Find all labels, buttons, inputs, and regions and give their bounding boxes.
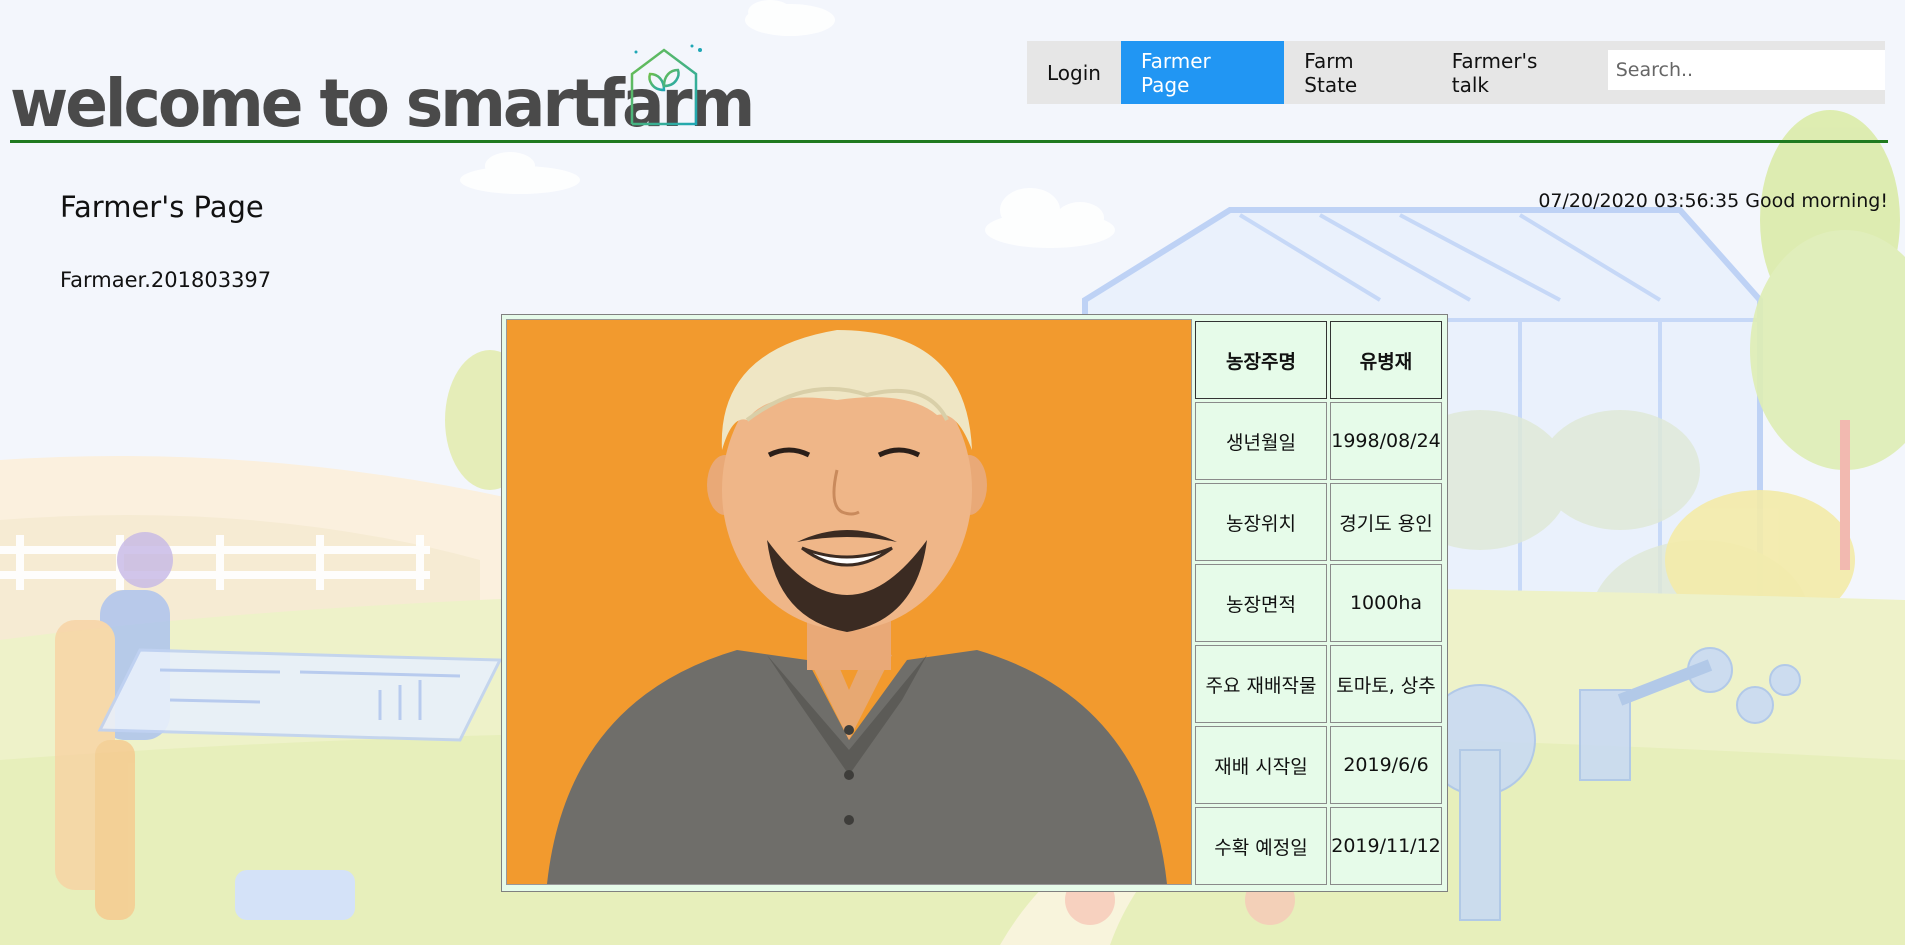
label-cell: 생년월일 [1195,402,1327,480]
nav-login[interactable]: Login [1027,41,1121,104]
value-cell: 경기도 용인 [1330,483,1442,561]
label-cell: 농장위치 [1195,483,1327,561]
table-row: 수확 예정일 2019/11/12 [1195,807,1442,885]
table-row: 주요 재배작물 토마토, 상추 [1195,645,1442,723]
nav-farmers-talk[interactable]: Farmer's talk [1432,41,1600,104]
value-cell: 유병재 [1330,321,1442,399]
datetime-greeting: 07/20/2020 03:56:35 Good morning! [1538,190,1888,212]
table-row: 재배 시작일 2019/6/6 [1195,726,1442,804]
value-cell: 1998/08/24 [1330,402,1442,480]
value-cell: 2019/11/12 [1330,807,1442,885]
nav-farmer-page[interactable]: Farmer Page [1120,41,1285,104]
farmer-info-table: 농장주명 유병재 생년월일 1998/08/24 농장위치 경기도 용인 농장면… [1192,318,1445,888]
value-cell: 토마토, 상추 [1330,645,1442,723]
value-cell: 2019/6/6 [1330,726,1442,804]
page-title: Farmer's Page [60,190,264,224]
label-cell: 농장주명 [1195,321,1327,399]
label-cell: 재배 시작일 [1195,726,1327,804]
label-cell: 농장면적 [1195,564,1327,642]
search-input[interactable] [1607,50,1886,90]
table-row: 농장주명 유병재 [1195,321,1442,399]
table-row: 생년월일 1998/08/24 [1195,402,1442,480]
farmer-portrait [506,319,1192,885]
value-cell: 1000ha [1330,564,1442,642]
farmer-id: Farmaer.201803397 [60,268,272,292]
table-row: 농장위치 경기도 용인 [1195,483,1442,561]
nav-farm-state[interactable]: Farm State [1284,41,1431,104]
header-divider [10,140,1888,143]
greenhouse-leaf-icon [628,44,704,128]
top-navigation: Login Farmer Page Farm State Farmer's ta… [1027,41,1886,104]
label-cell: 주요 재배작물 [1195,645,1327,723]
label-cell: 수확 예정일 [1195,807,1327,885]
table-row: 농장면적 1000ha [1195,564,1442,642]
farmer-profile-table: 농장주명 유병재 생년월일 1998/08/24 농장위치 경기도 용인 농장면… [501,314,1448,892]
